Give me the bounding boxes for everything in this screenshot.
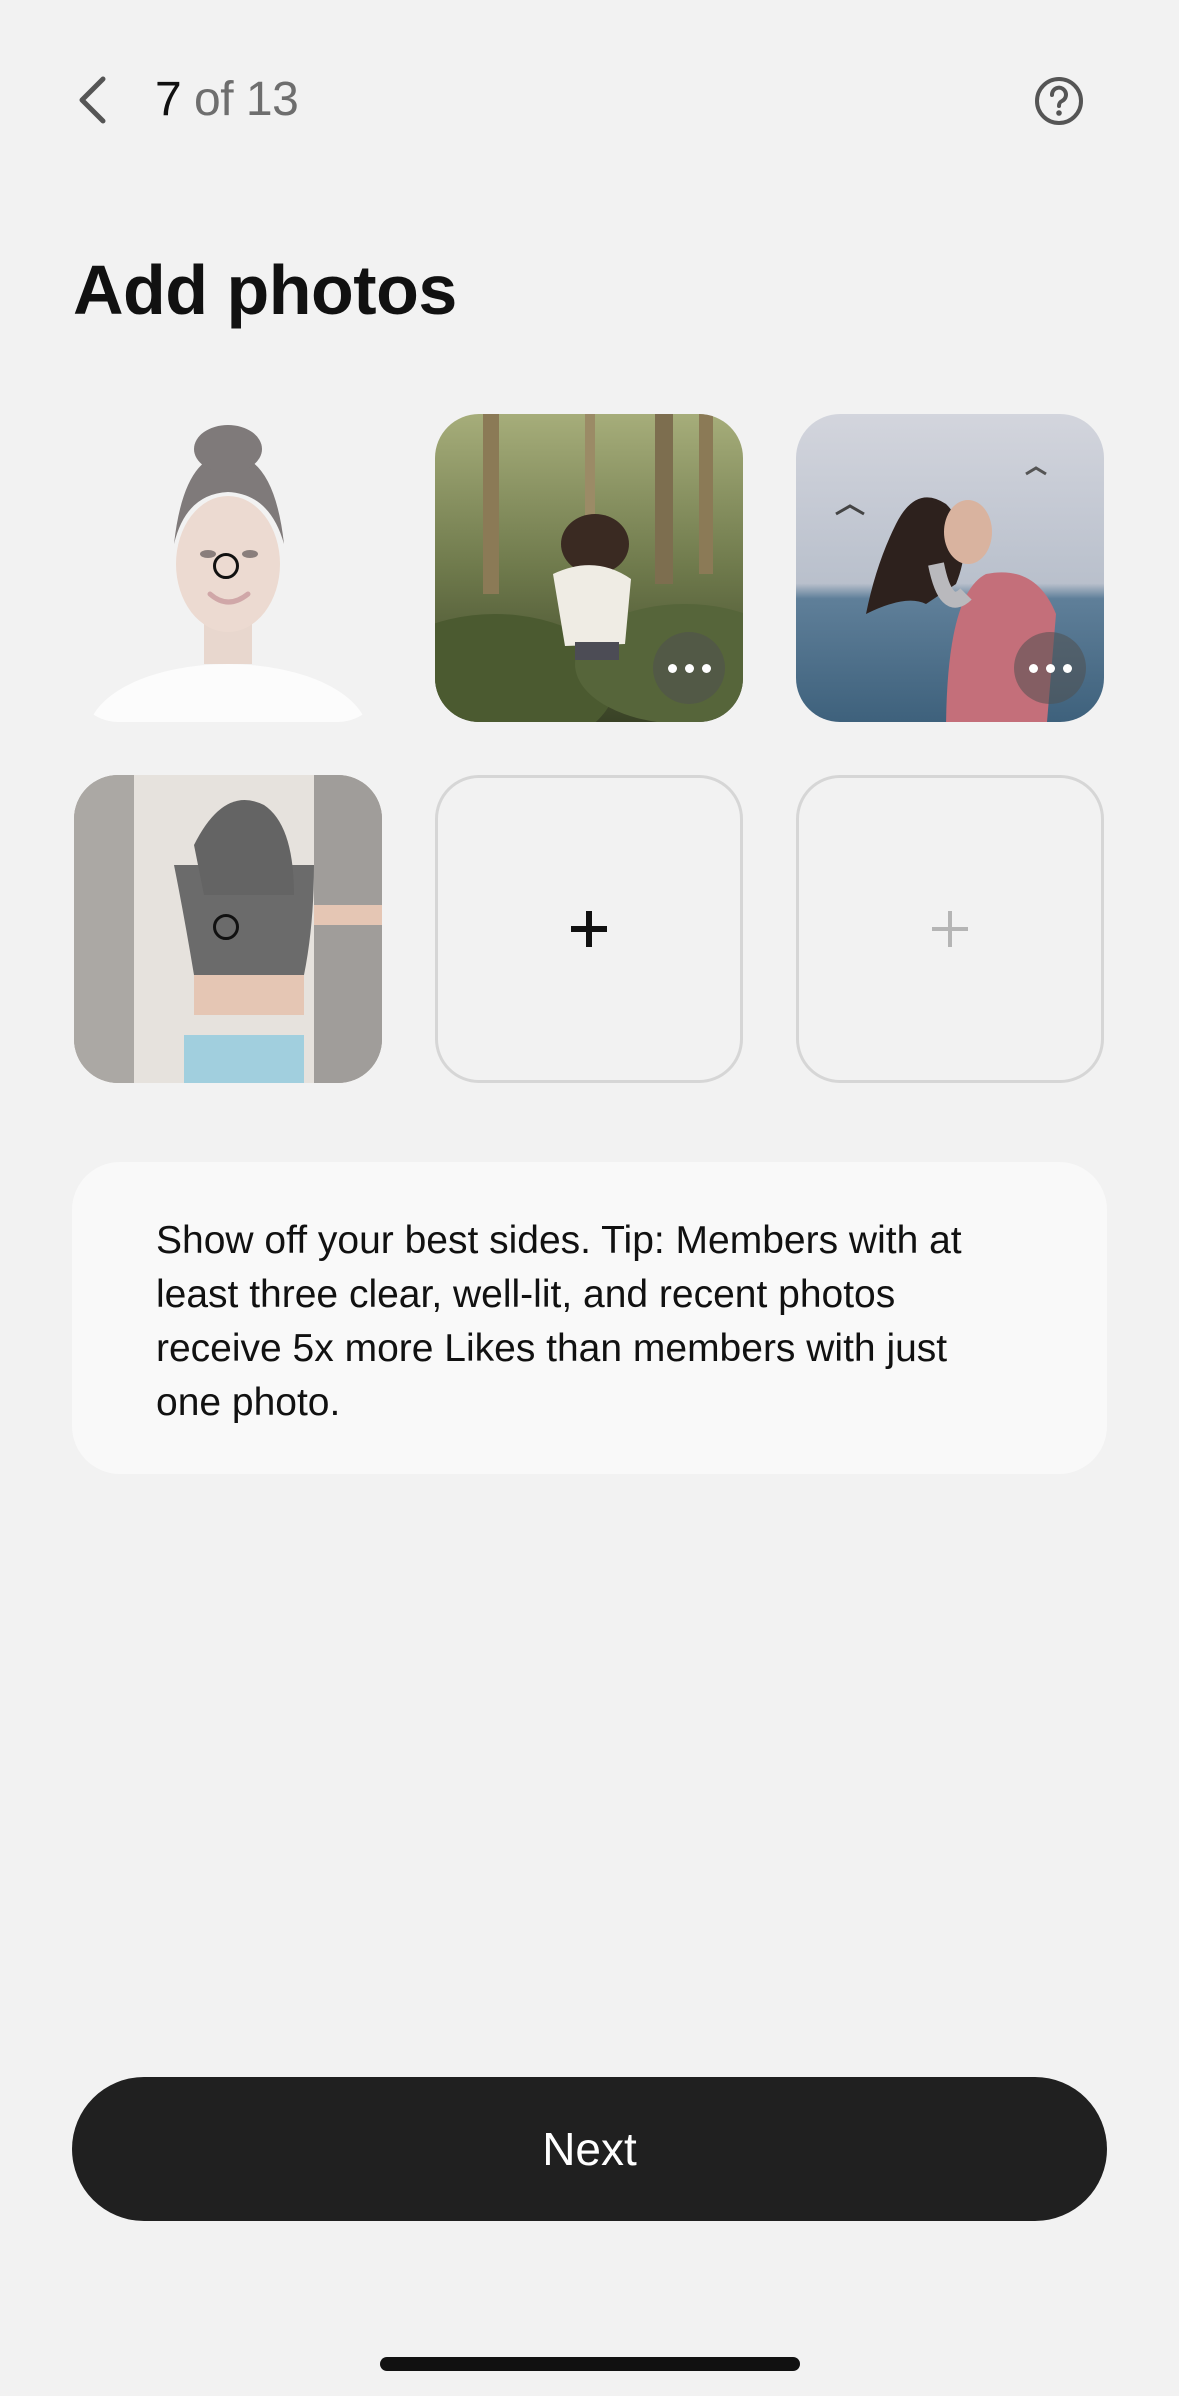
chevron-left-icon (79, 76, 106, 124)
photo-options-button[interactable] (1014, 632, 1086, 704)
add-photo-slot[interactable] (435, 775, 743, 1083)
home-indicator (380, 2357, 800, 2371)
question-circle-icon (1035, 77, 1083, 125)
add-photo-slot-disabled[interactable] (796, 775, 1104, 1083)
tip-card: Show off your best sides. Tip: Members w… (72, 1162, 1107, 1474)
step-counter: 7 of 13 (155, 70, 299, 130)
photo-slot-2[interactable] (435, 414, 743, 722)
top-bar: 7 of 13 (0, 0, 1179, 200)
photo-slot-3[interactable] (796, 414, 1104, 722)
ellipsis-icon (1028, 663, 1038, 673)
page-title: Add photos (73, 251, 457, 329)
tip-text: Show off your best sides. Tip: Members w… (156, 1219, 962, 1424)
drag-handle-icon[interactable] (213, 553, 239, 579)
ellipsis-icon (667, 663, 677, 673)
photo-options-button[interactable] (653, 632, 725, 704)
plus-icon (932, 911, 968, 947)
step-total: of 13 (181, 73, 299, 126)
help-button[interactable] (1034, 76, 1084, 126)
plus-icon (571, 911, 607, 947)
next-button[interactable]: Next (72, 2077, 1107, 2221)
drag-handle-icon[interactable] (213, 914, 239, 940)
photo-slot-1[interactable] (74, 414, 382, 722)
photo-slot-4[interactable] (74, 775, 382, 1083)
step-current: 7 (155, 73, 182, 126)
back-button[interactable] (70, 72, 114, 128)
